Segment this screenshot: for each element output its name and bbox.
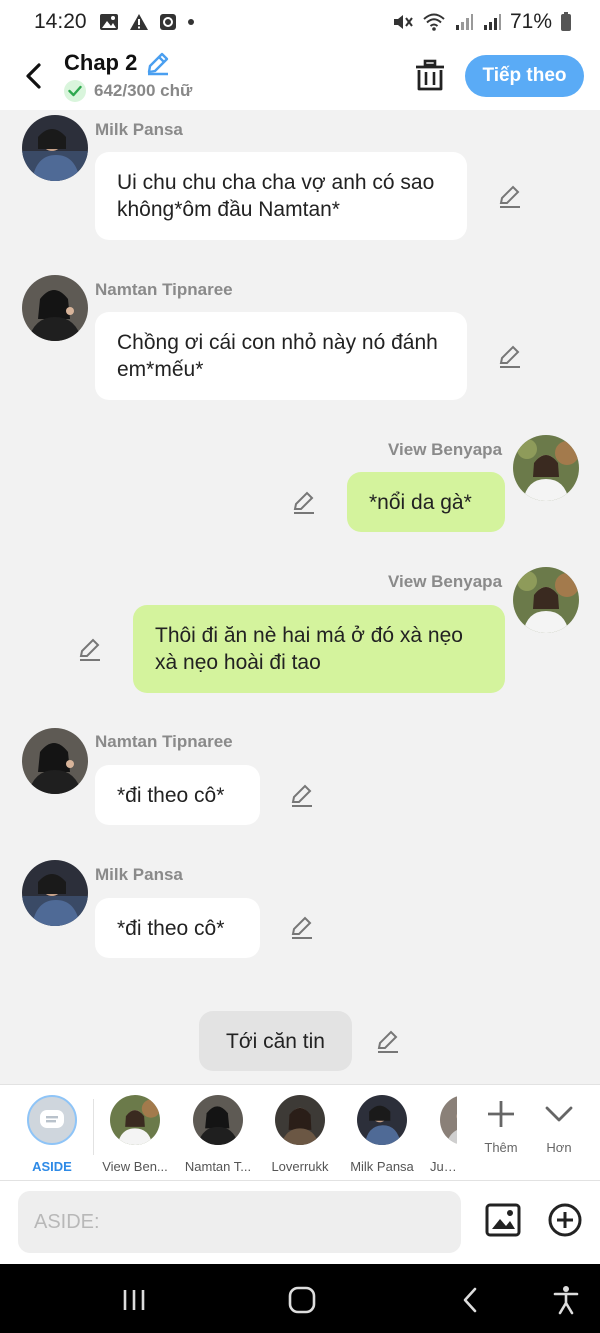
delete-button[interactable] [414,58,446,94]
trash-icon [416,59,444,91]
message-input[interactable] [18,1191,461,1253]
battery-percent: 71% [509,10,552,33]
avatar-view-benyapa[interactable] [513,567,579,633]
status-time: 14:20 [34,10,87,33]
character-name: View Ben... [102,1159,168,1174]
plus-circle-icon [548,1203,582,1237]
next-button[interactable]: Tiếp theo [465,55,584,97]
sender-name: Milk Pansa [95,120,183,139]
character-name: June [430,1159,457,1174]
edit-message-pencil-icon[interactable] [497,343,523,369]
chapter-title-block: Chap 2 642/300 chữ [64,50,192,102]
signal-2-icon [483,14,501,30]
back-button[interactable] [18,58,48,94]
more-notifications-dot-icon [187,19,194,25]
message-bubble[interactable]: Ui chu chu cha cha vợ anh có sao không*ô… [95,152,467,240]
editor-header: Chap 2 642/300 chữ Tiếp theo [0,44,600,110]
chevron-down-icon [545,1106,573,1122]
insert-image-button[interactable] [484,1201,522,1239]
message-bubble[interactable]: *đi theo cô* [95,898,260,958]
gallery-notification-icon [99,14,118,30]
more-characters-button[interactable]: Hơn [529,1099,589,1155]
character-name: Loverrukk [271,1159,329,1174]
narration-chat-icon [40,1110,64,1128]
add-content-button[interactable] [547,1202,583,1238]
character-name: Milk Pansa [350,1159,414,1174]
sender-name: View Benyapa [388,440,503,459]
character-namtan-tipnaree[interactable]: Namtan T... [175,1095,261,1174]
check-icon [64,80,86,102]
wifi-icon [423,13,445,31]
message-bubble[interactable]: *đi theo cô* [95,765,260,825]
message-bubble[interactable]: *nổi da gà* [347,472,505,532]
add-character-button[interactable]: Thêm [471,1099,531,1155]
status-bar: 14:20 71% [0,0,600,44]
more-characters-label: Hơn [546,1140,572,1155]
character-view-benyapa[interactable]: View Ben... [92,1095,178,1174]
character-selector: ASIDE View Ben... Namtan T... Loverrukk … [0,1084,600,1180]
signal-1-icon [455,14,473,30]
character-june[interactable]: June [421,1095,457,1174]
image-icon [485,1203,521,1237]
message-input-bar [0,1180,600,1264]
character-milk-pansa[interactable]: Milk Pansa [339,1095,425,1174]
accessibility-icon [553,1286,579,1315]
character-loverrukk[interactable]: Loverrukk [257,1095,343,1174]
chat-area[interactable]: Milk Pansa Ui chu chu cha cha vợ anh có … [0,110,600,1084]
avatar-namtan-tipnaree[interactable] [22,728,88,794]
chevron-left-icon [26,63,41,89]
character-name: ASIDE [32,1159,72,1174]
accessibility-button[interactable] [546,1284,586,1316]
edit-message-pencil-icon[interactable] [497,183,523,209]
plus-icon [488,1101,514,1127]
character-aside[interactable]: ASIDE [9,1095,95,1174]
home-icon [288,1286,316,1314]
edit-message-pencil-icon[interactable] [289,914,315,940]
sender-name: Namtan Tipnaree [95,280,233,299]
sender-name: View Benyapa [388,572,503,591]
add-character-label: Thêm [484,1140,518,1155]
sender-name: Milk Pansa [95,865,183,884]
system-back-button[interactable] [450,1284,490,1316]
narration-bubble[interactable]: Tới căn tin [199,1011,352,1071]
recent-apps-button[interactable] [114,1284,154,1316]
app-notification-icon [159,14,176,30]
home-button[interactable] [282,1284,322,1316]
word-count: 642/300 chữ [94,81,193,100]
chapter-title: Chap 2 [64,50,138,75]
character-name: Namtan T... [184,1159,252,1174]
warning-icon [129,14,148,30]
message-bubble[interactable]: Thôi đi ăn nè hai má ở đó xà nẹo xà nẹo … [133,605,505,693]
sender-name: Namtan Tipnaree [95,732,233,751]
back-arrow-icon [463,1287,477,1313]
battery-icon [561,12,571,31]
edit-message-pencil-icon[interactable] [289,782,315,808]
avatar-namtan-tipnaree[interactable] [22,275,88,341]
mute-icon [393,15,413,29]
avatar-milk-pansa[interactable] [22,860,88,926]
edit-message-pencil-icon[interactable] [77,636,103,662]
avatar-milk-pansa[interactable] [22,115,88,181]
edit-title-pencil-icon[interactable] [145,50,171,76]
message-bubble[interactable]: Chồng ơi cái con nhỏ này nó đánh em*mếu* [95,312,467,400]
recent-apps-icon [123,1290,145,1310]
system-nav-bar [0,1264,600,1333]
avatar-view-benyapa[interactable] [513,435,579,501]
edit-message-pencil-icon[interactable] [375,1028,401,1054]
edit-message-pencil-icon[interactable] [291,489,317,515]
